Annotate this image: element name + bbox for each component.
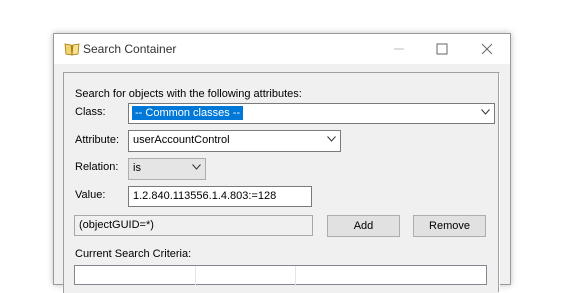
ldap-filter-field[interactable]: (objectGUID=*) — [74, 215, 313, 236]
chevron-down-icon — [481, 109, 490, 115]
minimize-icon — [394, 48, 404, 50]
attribute-dropdown[interactable]: userAccountControl — [128, 130, 341, 152]
close-button[interactable] — [476, 38, 498, 60]
add-button[interactable]: Add — [327, 215, 400, 237]
close-icon — [481, 43, 493, 55]
panel-edge — [498, 72, 499, 292]
class-dropdown[interactable]: -- Common classes -- — [128, 103, 495, 124]
column-separator[interactable] — [195, 266, 196, 286]
ldap-filter-text: (objectGUID=*) — [79, 219, 154, 231]
window-title: Search Container — [83, 42, 177, 56]
remove-button[interactable]: Remove — [413, 215, 486, 237]
class-label: Class: — [75, 106, 106, 118]
title-bar[interactable]: Search Container — [54, 34, 510, 64]
maximize-icon — [436, 43, 448, 55]
relation-selected-value: is — [133, 162, 141, 174]
open-book-icon — [64, 43, 80, 56]
chevron-down-icon — [192, 164, 201, 170]
chevron-down-icon — [327, 136, 336, 142]
relation-dropdown[interactable]: is — [128, 158, 206, 180]
minimize-button[interactable] — [388, 38, 410, 60]
search-heading: Search for objects with the following at… — [75, 88, 302, 100]
column-separator[interactable] — [295, 266, 296, 286]
value-label: Value: — [75, 189, 106, 201]
relation-label: Relation: — [75, 161, 119, 173]
attribute-selected-value: userAccountControl — [133, 134, 230, 146]
criteria-list[interactable] — [74, 265, 487, 286]
value-input[interactable]: 1.2.840.113556.1.4.803:=128 — [128, 186, 312, 207]
maximize-button[interactable] — [431, 38, 453, 60]
current-criteria-label: Current Search Criteria: — [75, 248, 192, 260]
value-input-text: 1.2.840.113556.1.4.803:=128 — [133, 190, 277, 202]
class-selected-value: -- Common classes -- — [132, 106, 244, 120]
attribute-label: Attribute: — [75, 134, 120, 146]
